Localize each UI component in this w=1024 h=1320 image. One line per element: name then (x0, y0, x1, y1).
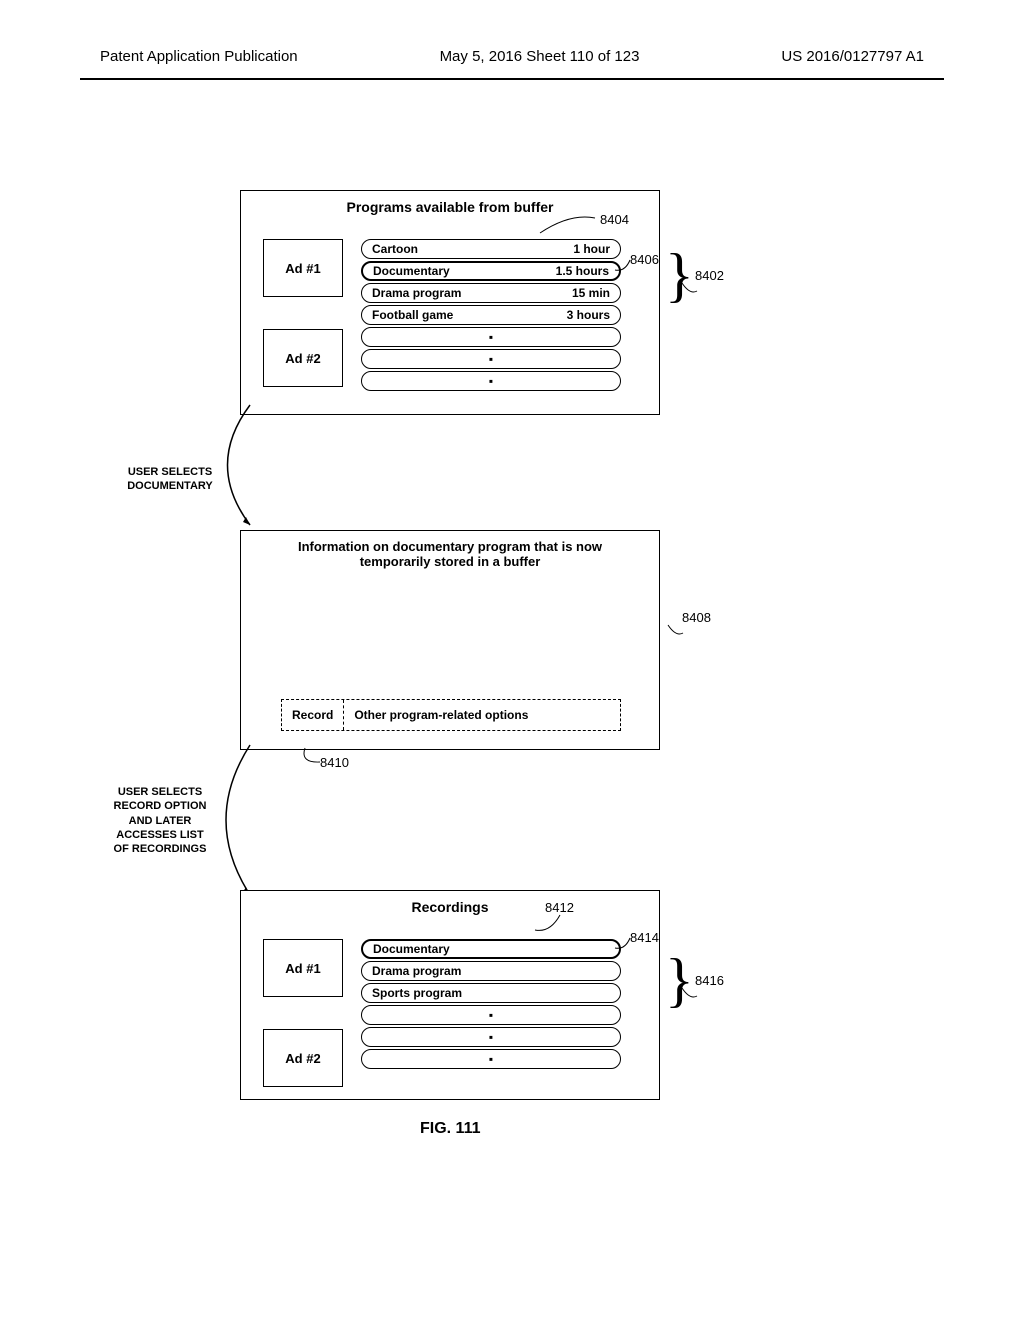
list-item-empty: ▪ (361, 371, 621, 391)
header-right: US 2016/0127797 A1 (781, 48, 924, 65)
rec-item-documentary[interactable]: Documentary (361, 939, 621, 959)
leader-line-8416 (682, 988, 702, 1008)
item-duration: 1.5 hours (556, 264, 609, 278)
ad-box-1: Ad #1 (263, 939, 343, 997)
list-item-documentary[interactable]: Documentary 1.5 hours (361, 261, 621, 281)
leader-line-8402 (682, 283, 702, 303)
rec-item-drama[interactable]: Drama program (361, 961, 621, 981)
page-header: Patent Application Publication May 5, 20… (0, 48, 1024, 65)
recordings-panel: Recordings Ad #1 Ad #2 Documentary Drama… (240, 890, 660, 1100)
list-item-drama[interactable]: Drama program 15 min (361, 283, 621, 303)
options-row: Record Other program-related options (281, 699, 621, 731)
ad-box-2: Ad #2 (263, 329, 343, 387)
arrow1-caption: USER SELECTS DOCUMENTARY (100, 465, 240, 494)
recordings-list: Documentary Drama program Sports program… (361, 939, 621, 1071)
caption-text: USER SELECTS DOCUMENTARY (127, 466, 213, 492)
list-item-football[interactable]: Football game 3 hours (361, 305, 621, 325)
dot-icon: ▪ (489, 1030, 493, 1044)
leader-line-8406 (615, 260, 635, 280)
info-panel: Information on documentary program that … (240, 530, 660, 750)
caption-text: USER SELECTS RECORD OPTION AND LATER ACC… (114, 786, 207, 855)
dot-icon: ▪ (489, 1008, 493, 1022)
header-rule (80, 78, 944, 80)
leader-line-8404 (540, 218, 600, 243)
arrow2-caption: USER SELECTS RECORD OPTION AND LATER ACC… (90, 785, 230, 856)
buffer-panel-title: Programs available from buffer (241, 191, 659, 219)
list-item-empty: ▪ (361, 327, 621, 347)
item-name: Documentary (373, 942, 450, 956)
ad-box-2: Ad #2 (263, 1029, 343, 1087)
dot-icon: ▪ (489, 330, 493, 344)
ref-8402: 8402 (695, 268, 724, 283)
ad-box-1: Ad #1 (263, 239, 343, 297)
item-name: Drama program (372, 286, 461, 300)
program-list: Cartoon 1 hour Documentary 1.5 hours Dra… (361, 239, 621, 393)
ref-8416: 8416 (695, 973, 724, 988)
recordings-title: Recordings (241, 891, 659, 919)
item-duration: 3 hours (567, 308, 610, 322)
ref-8404: 8404 (600, 212, 629, 227)
leader-line-8408 (668, 625, 688, 645)
dot-icon: ▪ (489, 1052, 493, 1066)
item-name: Documentary (373, 264, 450, 278)
item-name: Sports program (372, 986, 462, 1000)
item-duration: 15 min (572, 286, 610, 300)
item-name: Football game (372, 308, 453, 322)
rec-item-sports[interactable]: Sports program (361, 983, 621, 1003)
page: Patent Application Publication May 5, 20… (0, 0, 1024, 1320)
dot-icon: ▪ (489, 352, 493, 366)
dot-icon: ▪ (489, 374, 493, 388)
ads-column: Ad #1 Ad #2 (263, 239, 343, 419)
list-item-empty: ▪ (361, 1027, 621, 1047)
ref-8412: 8412 (545, 900, 574, 915)
leader-line-8412 (535, 915, 565, 940)
leader-line-8414 (615, 938, 635, 958)
header-left: Patent Application Publication (100, 48, 298, 65)
figure-caption: FIG. 111 (420, 1120, 480, 1138)
item-name: Cartoon (372, 242, 418, 256)
list-item-empty: ▪ (361, 349, 621, 369)
info-panel-title: Information on documentary program that … (241, 531, 659, 573)
ads-column-3: Ad #1 Ad #2 (263, 939, 343, 1119)
leader-line-8410 (300, 748, 325, 771)
item-name: Drama program (372, 964, 461, 978)
record-option[interactable]: Record (282, 700, 344, 730)
header-center: May 5, 2016 Sheet 110 of 123 (440, 48, 640, 65)
ref-8408: 8408 (682, 610, 711, 625)
item-duration: 1 hour (573, 242, 610, 256)
list-item-empty: ▪ (361, 1005, 621, 1025)
other-options[interactable]: Other program-related options (344, 700, 538, 730)
list-item-empty: ▪ (361, 1049, 621, 1069)
